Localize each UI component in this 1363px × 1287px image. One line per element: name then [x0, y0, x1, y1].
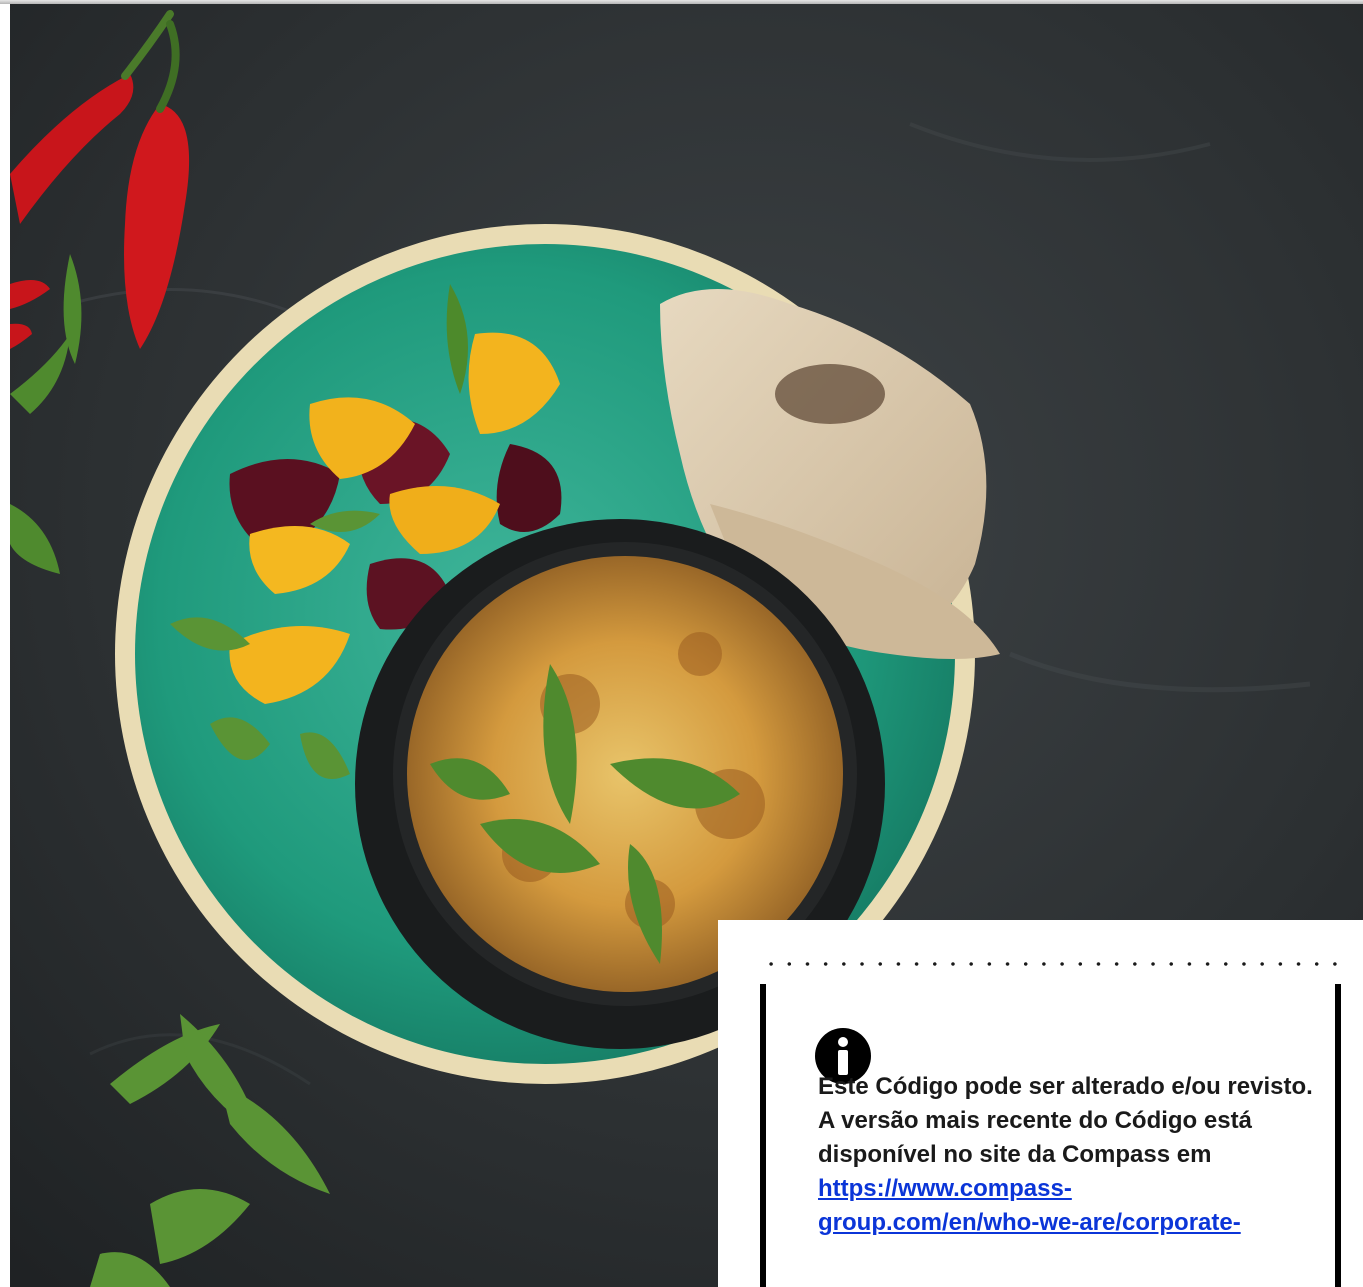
link-line-1: https://www.compass- [818, 1175, 1072, 1202]
frame-left-border [760, 984, 766, 1287]
document-page: Este Código pode ser alterado e/ou revis… [0, 0, 1363, 1287]
notice-text: Este Código pode ser alterado e/ou revis… [818, 1073, 1313, 1168]
link-line-2: group.com/en/who-we-are/corporate- [818, 1209, 1241, 1236]
notice-box: Este Código pode ser alterado e/ou revis… [718, 920, 1363, 1287]
frame-right-border [1335, 984, 1341, 1287]
notice-text-block: Este Código pode ser alterado e/ou revis… [818, 1070, 1328, 1240]
compass-link[interactable]: https://www.compass- group.com/en/who-we… [818, 1172, 1328, 1240]
dotted-divider [762, 962, 1342, 966]
